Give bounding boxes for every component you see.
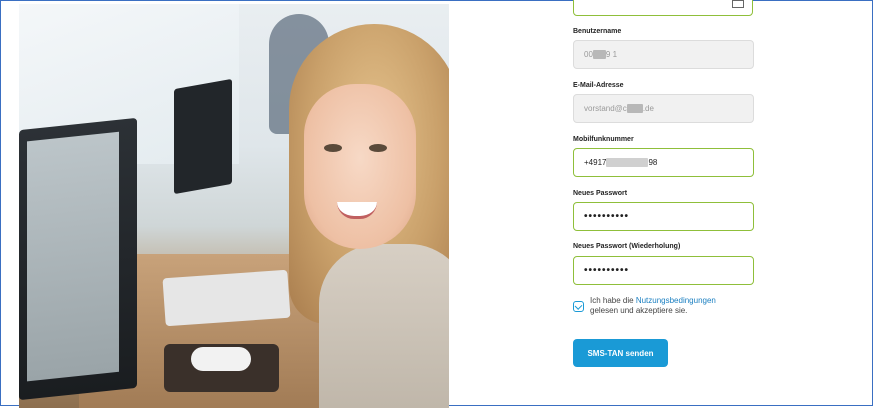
email-label: E-Mail-Adresse	[573, 82, 624, 89]
date-field-partial[interactable]	[573, 0, 753, 16]
new-password-label: Neues Passwort	[573, 190, 628, 197]
send-sms-tan-button[interactable]: SMS-TAN senden	[573, 339, 668, 367]
terms-checkbox[interactable]	[573, 301, 584, 312]
mobile-field[interactable]: +4917 98	[573, 148, 754, 177]
email-field: vorstand@c .de	[573, 94, 754, 123]
terms-text-after: gelesen und akzeptiere sie.	[590, 306, 688, 315]
username-label: Benutzername	[573, 28, 622, 35]
new-password-field[interactable]: ••••••••••	[573, 202, 754, 231]
new-password-repeat-label: Neues Passwort (Wiederholung)	[573, 243, 681, 250]
new-password-repeat-field[interactable]: ••••••••••	[573, 256, 754, 285]
mobile-label: Mobilfunknummer	[573, 136, 634, 143]
terms-link[interactable]: Nutzungsbedingungen	[636, 296, 716, 305]
terms-text-before: Ich habe die	[590, 296, 636, 305]
calendar-icon[interactable]	[732, 0, 744, 8]
username-field: 00 9 1	[573, 40, 754, 69]
hero-photo	[19, 4, 449, 408]
